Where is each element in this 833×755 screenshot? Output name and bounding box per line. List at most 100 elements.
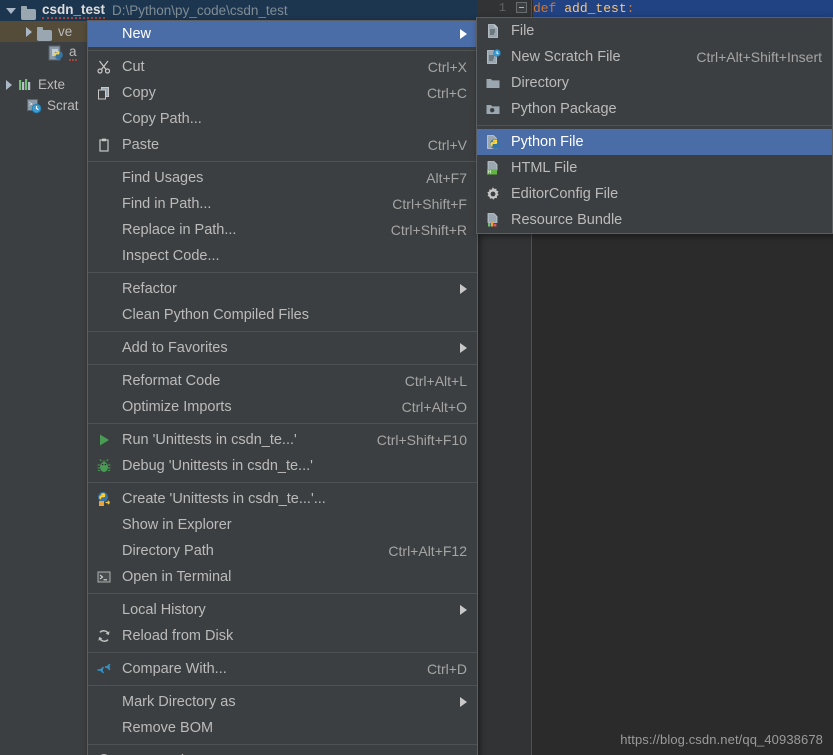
- menu-item-copy-path[interactable]: Copy Path...: [88, 106, 477, 132]
- code-fold-toggle-icon[interactable]: [516, 2, 527, 13]
- menu-item-label: Refactor: [122, 281, 177, 297]
- submenu-item-label: Python Package: [511, 101, 617, 117]
- blank-icon: [96, 307, 114, 323]
- tree-item-label: Scrat: [47, 98, 79, 113]
- submenu-item-label: Resource Bundle: [511, 212, 623, 228]
- menu-item-shortcut: Ctrl+Alt+L: [404, 373, 467, 389]
- python-config-icon: [96, 491, 114, 507]
- menu-item-clean-python-compiled-files[interactable]: Clean Python Compiled Files: [88, 302, 477, 328]
- menu-item-shortcut: Ctrl+Alt+O: [401, 399, 467, 415]
- menu-item-label: Find Usages: [122, 170, 204, 186]
- resource-bundle-icon: [485, 212, 503, 228]
- menu-item-refactor[interactable]: Refactor: [88, 276, 477, 302]
- menu-item-debug-unittests[interactable]: Debug 'Unittests in csdn_te...': [88, 453, 477, 479]
- menu-item-mark-directory-as[interactable]: Mark Directory as: [88, 689, 477, 715]
- chevron-right-icon[interactable]: [26, 26, 32, 37]
- menu-item-reload-from-disk[interactable]: Reload from Disk: [88, 623, 477, 649]
- menu-item-copy[interactable]: Copy Ctrl+C: [88, 80, 477, 106]
- scratch-file-icon: [485, 49, 503, 65]
- python-file-icon: [48, 45, 64, 61]
- menu-item-find-in-path[interactable]: Find in Path... Ctrl+Shift+F: [88, 191, 477, 217]
- tree-item-path: D:\Python\py_code\csdn_test: [112, 3, 288, 18]
- submenu-item-new-scratch-file[interactable]: New Scratch File Ctrl+Alt+Shift+Insert: [477, 44, 832, 70]
- menu-item-reformat-code[interactable]: Reformat Code Ctrl+Alt+L: [88, 368, 477, 394]
- blank-icon: [96, 602, 114, 618]
- menu-item-label: Compare With...: [122, 661, 227, 677]
- menu-item-label: Cut: [122, 59, 145, 75]
- menu-item-run-unittests[interactable]: Run 'Unittests in csdn_te...' Ctrl+Shift…: [88, 427, 477, 453]
- folder-icon: [21, 3, 37, 20]
- chevron-right-icon: [460, 284, 467, 294]
- menu-separator: [88, 364, 477, 365]
- copy-icon: [96, 85, 114, 101]
- submenu-item-editorconfig-file[interactable]: EditorConfig File: [477, 181, 832, 207]
- compare-icon: [96, 661, 114, 677]
- menu-item-label: Local History: [122, 602, 206, 618]
- submenu-item-html-file[interactable]: H HTML File: [477, 155, 832, 181]
- blank-icon: [96, 340, 114, 356]
- chevron-right-icon: [460, 605, 467, 615]
- external-libraries-icon: [17, 77, 33, 93]
- html-file-icon: H: [485, 160, 503, 176]
- submenu-item-python-package[interactable]: Python Package: [477, 96, 832, 122]
- blank-icon: [96, 399, 114, 415]
- chevron-right-icon[interactable]: [6, 79, 12, 90]
- menu-separator: [88, 161, 477, 162]
- submenu-item-python-file[interactable]: Python File: [477, 129, 832, 155]
- menu-item-find-usages[interactable]: Find Usages Alt+F7: [88, 165, 477, 191]
- menu-item-label: Add to Favorites: [122, 340, 228, 356]
- menu-item-label: Run 'Unittests in csdn_te...': [122, 432, 297, 448]
- submenu-item-label: File: [511, 23, 535, 39]
- menu-separator: [88, 423, 477, 424]
- code-keyword: def: [533, 1, 565, 16]
- menu-item-create-gist[interactable]: Create Gist...: [88, 748, 477, 755]
- submenu-item-resource-bundle[interactable]: Resource Bundle: [477, 207, 832, 233]
- blank-icon: [96, 248, 114, 264]
- tree-item-csdn-test[interactable]: csdn_test D:\Python\py_code\csdn_test: [0, 0, 484, 21]
- submenu-item-label: EditorConfig File: [511, 186, 619, 202]
- editor-line-number: 1: [498, 1, 506, 15]
- submenu-item-directory[interactable]: Directory: [477, 70, 832, 96]
- menu-item-label: Show in Explorer: [122, 517, 232, 533]
- submenu-separator: [477, 125, 832, 126]
- chevron-right-icon: [460, 29, 467, 39]
- menu-separator: [88, 593, 477, 594]
- menu-separator: [88, 685, 477, 686]
- menu-item-label: Remove BOM: [122, 720, 214, 736]
- menu-item-remove-bom[interactable]: Remove BOM: [88, 715, 477, 741]
- menu-item-create-unittests-config[interactable]: Create 'Unittests in csdn_te...'...: [88, 486, 477, 512]
- menu-item-local-history[interactable]: Local History: [88, 597, 477, 623]
- menu-item-show-in-explorer[interactable]: Show in Explorer: [88, 512, 477, 538]
- gear-icon: [485, 186, 503, 202]
- menu-item-new[interactable]: New: [88, 21, 477, 47]
- watermark-text: https://blog.csdn.net/qq_40938678: [620, 732, 823, 747]
- code-tail: :: [626, 1, 635, 16]
- tree-item-label: csdn_test: [42, 2, 106, 19]
- blank-icon: [96, 170, 114, 186]
- menu-item-compare-with[interactable]: Compare With... Ctrl+D: [88, 656, 477, 682]
- chevron-down-icon[interactable]: [6, 7, 16, 14]
- menu-item-directory-path[interactable]: Directory Path Ctrl+Alt+F12: [88, 538, 477, 564]
- menu-item-shortcut: Ctrl+X: [427, 59, 467, 75]
- submenu-item-file[interactable]: File: [477, 18, 832, 44]
- menu-item-label: Open in Terminal: [122, 569, 232, 585]
- menu-item-paste[interactable]: Paste Ctrl+V: [88, 132, 477, 158]
- chevron-right-icon: [460, 343, 467, 353]
- menu-item-shortcut: Ctrl+Shift+F: [392, 196, 467, 212]
- scratches-icon: >: [26, 98, 42, 114]
- menu-item-label: Mark Directory as: [122, 694, 236, 710]
- python-file-icon: [485, 134, 503, 150]
- menu-item-inspect-code[interactable]: Inspect Code...: [88, 243, 477, 269]
- menu-item-label: Reformat Code: [122, 373, 221, 389]
- blank-icon: [96, 281, 114, 297]
- menu-item-add-to-favorites[interactable]: Add to Favorites: [88, 335, 477, 361]
- menu-item-replace-in-path[interactable]: Replace in Path... Ctrl+Shift+R: [88, 217, 477, 243]
- menu-item-cut[interactable]: Cut Ctrl+X: [88, 54, 477, 80]
- menu-separator: [88, 331, 477, 332]
- menu-item-shortcut: Ctrl+V: [427, 137, 467, 153]
- menu-item-open-in-terminal[interactable]: Open in Terminal: [88, 564, 477, 590]
- menu-separator: [88, 652, 477, 653]
- menu-item-shortcut: Ctrl+Shift+R: [390, 222, 467, 238]
- blank-icon: [96, 111, 114, 127]
- menu-item-optimize-imports[interactable]: Optimize Imports Ctrl+Alt+O: [88, 394, 477, 420]
